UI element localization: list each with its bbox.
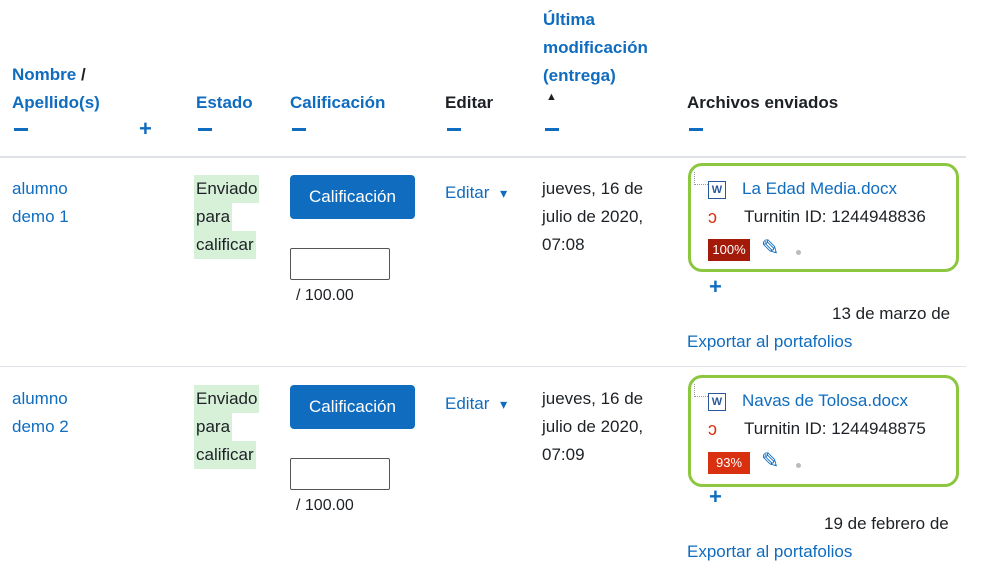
turnitin-icon: ↄ — [708, 419, 717, 439]
grade-button[interactable]: Calificación — [290, 385, 415, 429]
modified-date: 07:09 — [542, 445, 585, 464]
status-badge: para — [194, 203, 233, 231]
edit-menu-link[interactable]: Editar ▾ — [445, 179, 507, 207]
sort-apellido-link[interactable]: Apellido(s) — [12, 89, 100, 117]
modified-date: jueves, 16 de — [542, 179, 644, 198]
turnitin-icon: ↄ — [708, 207, 717, 227]
export-portfolio-link[interactable]: Exportar al portafolios — [687, 538, 852, 566]
sort-estado-link[interactable]: Estado — [196, 89, 253, 117]
collapse-calificacion-icon[interactable] — [292, 128, 306, 131]
word-file-icon: W — [708, 393, 726, 411]
similarity-score[interactable]: 100% — [708, 239, 750, 261]
collapse-nombre-icon[interactable] — [14, 128, 28, 131]
file-date: 19 de febrero de — [824, 514, 949, 533]
turnitin-id: Turnitin ID: 1244948875 — [744, 419, 926, 438]
chevron-down-icon: ▾ — [500, 185, 508, 201]
sort-ultima-line1[interactable]: Última — [543, 6, 595, 34]
tree-connector — [694, 384, 708, 397]
nombre-separator: / — [80, 65, 86, 84]
status-badge: Enviado — [194, 175, 260, 203]
edit-label: Editar — [445, 394, 490, 413]
grade-input[interactable] — [290, 458, 390, 490]
turnitin-id: Turnitin ID: 1244948836 — [744, 207, 926, 226]
modified-date: 07:08 — [542, 235, 585, 254]
submitted-files-panel: W La Edad Media.docx ↄ Turnitin ID: 1244… — [688, 163, 959, 272]
sort-calificacion-link[interactable]: Calificación — [290, 89, 385, 117]
grade-max: / 100.00 — [296, 497, 354, 514]
collapse-editar-icon[interactable] — [447, 128, 461, 131]
similarity-score[interactable]: 93% — [708, 452, 750, 474]
sort-nombre-link[interactable]: Nombre — [12, 65, 76, 84]
pencil-icon[interactable]: ✎ — [761, 450, 779, 472]
modified-date: julio de 2020, — [542, 207, 644, 226]
expand-feedback-icon[interactable]: + — [709, 276, 722, 298]
status-badge: para — [194, 413, 233, 441]
grade-input[interactable] — [290, 248, 390, 280]
column-header-nombre: Nombre / — [12, 61, 86, 89]
file-link[interactable]: Navas de Tolosa.docx — [742, 387, 908, 415]
modified-date: julio de 2020, — [542, 417, 644, 436]
sort-ascending-icon: ▲ — [546, 91, 557, 103]
status-dot-icon — [796, 250, 801, 255]
edit-menu-link[interactable]: Editar ▾ — [445, 390, 507, 418]
grade-button[interactable]: Calificación — [290, 175, 415, 219]
sort-ultima-line3[interactable]: (entrega) — [543, 62, 616, 90]
student-name-link[interactable]: alumno — [12, 385, 68, 413]
student-name-link[interactable]: demo 1 — [12, 203, 69, 231]
chevron-down-icon: ▾ — [500, 396, 508, 412]
row-divider — [0, 366, 966, 367]
collapse-estado-icon[interactable] — [198, 128, 212, 131]
status-badge: calificar — [194, 441, 256, 469]
grade-max: / 100.00 — [296, 287, 354, 304]
file-date: 13 de marzo de — [832, 304, 951, 323]
status-badge: calificar — [194, 231, 256, 259]
column-header-editar: Editar — [445, 93, 494, 112]
sort-ultima-line2[interactable]: modificación — [543, 34, 648, 62]
export-portfolio-link[interactable]: Exportar al portafolios — [687, 328, 852, 356]
student-name-link[interactable]: demo 2 — [12, 413, 69, 441]
expand-feedback-icon[interactable]: + — [709, 486, 722, 508]
file-link[interactable]: La Edad Media.docx — [742, 175, 897, 203]
submitted-files-panel: W Navas de Tolosa.docx ↄ Turnitin ID: 12… — [688, 375, 959, 487]
header-divider — [0, 156, 966, 158]
pencil-icon[interactable]: ✎ — [761, 237, 779, 259]
student-name-link[interactable]: alumno — [12, 175, 68, 203]
column-header-archivos: Archivos enviados — [687, 93, 839, 112]
expand-column-icon[interactable]: + — [139, 118, 152, 140]
edit-label: Editar — [445, 183, 490, 202]
status-dot-icon — [796, 463, 801, 468]
word-file-icon: W — [708, 181, 726, 199]
status-badge: Enviado — [194, 385, 260, 413]
tree-connector — [694, 172, 708, 185]
collapse-archivos-icon[interactable] — [689, 128, 703, 131]
collapse-ultima-icon[interactable] — [545, 128, 559, 131]
modified-date: jueves, 16 de — [542, 389, 644, 408]
